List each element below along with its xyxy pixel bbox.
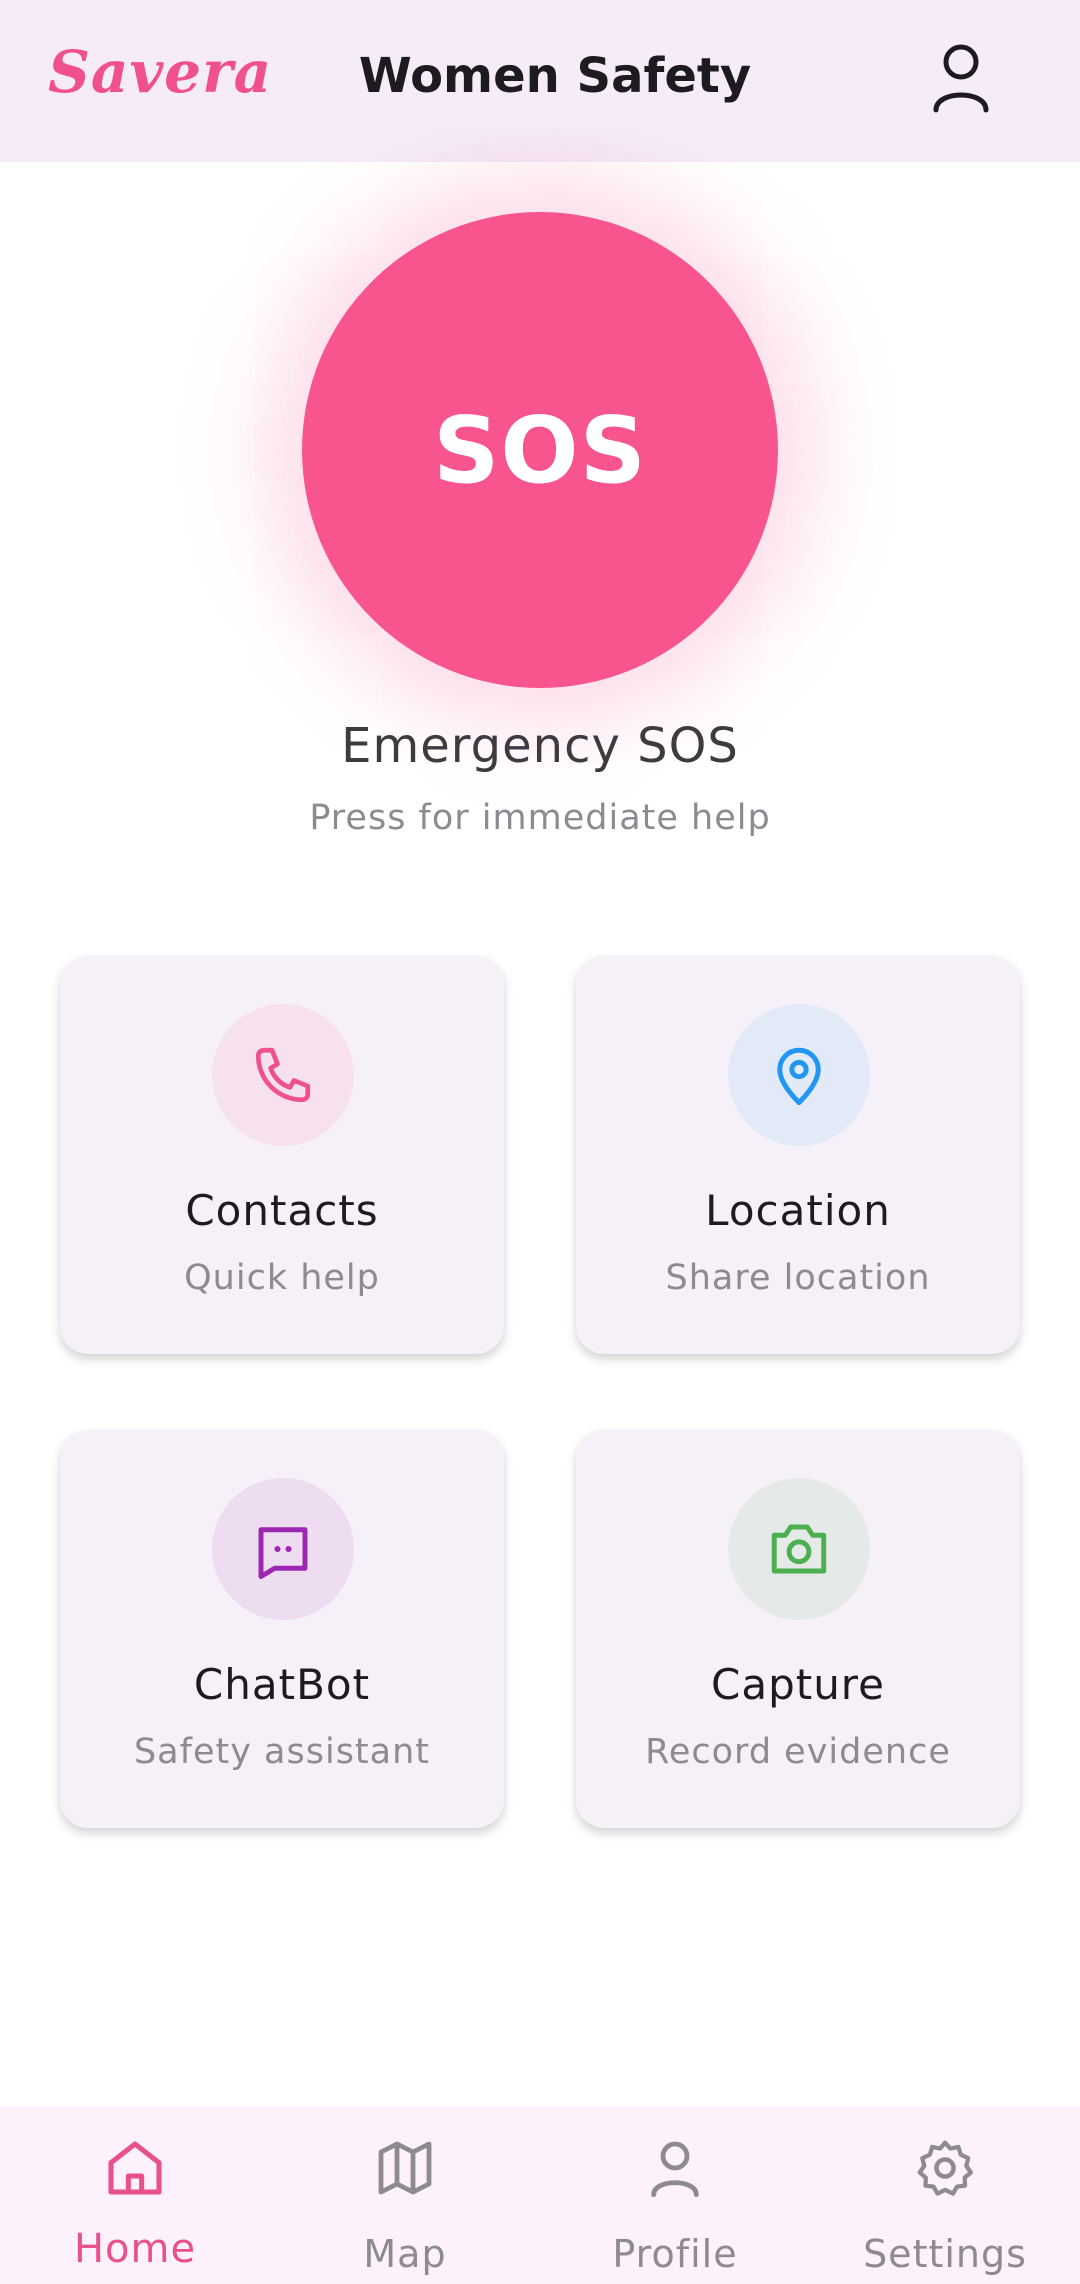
contacts-card[interactable]: Contacts Quick help (60, 956, 504, 1354)
location-card[interactable]: Location Share location (576, 956, 1020, 1354)
card-subtitle: Quick help (184, 1258, 380, 1298)
nav-label: Profile (612, 2232, 738, 2276)
nav-label: Map (363, 2232, 447, 2276)
app-bar: Savera Women Safety (0, 0, 1080, 162)
sos-button-label: SOS (433, 396, 647, 504)
card-title: ChatBot (193, 1660, 371, 1709)
contacts-icon-circle (212, 1004, 354, 1146)
user-icon (933, 44, 989, 113)
bottom-navigation: Home Map Profile Settings (0, 2106, 1080, 2284)
gear-icon (917, 2140, 973, 2196)
camera-icon (771, 1524, 827, 1574)
chatbot-card[interactable]: ChatBot Safety assistant (60, 1430, 504, 1828)
sos-button[interactable]: SOS (302, 212, 778, 688)
nav-item-settings[interactable]: Settings (810, 2106, 1080, 2284)
card-subtitle: Record evidence (645, 1732, 951, 1772)
person-icon (651, 2141, 699, 2198)
card-title: Contacts (185, 1186, 379, 1235)
card-title: Capture (711, 1660, 885, 1709)
capture-card[interactable]: Capture Record evidence (576, 1430, 1020, 1828)
nav-label: Home (73, 2226, 197, 2272)
nav-item-home[interactable]: Home (0, 2106, 270, 2284)
nav-label: Settings (863, 2232, 1027, 2276)
chatbot-icon-circle (212, 1478, 354, 1620)
page-title: Women Safety (358, 48, 752, 104)
phone-icon (255, 1047, 311, 1103)
nav-item-map[interactable]: Map (270, 2106, 540, 2284)
card-subtitle: Safety assistant (133, 1732, 431, 1772)
location-pin-icon (777, 1047, 821, 1105)
location-icon-circle (728, 1004, 870, 1146)
sos-subtitle: Press for immediate help (309, 798, 771, 838)
home-icon (108, 2141, 162, 2195)
capture-icon-circle (728, 1478, 870, 1620)
profile-button[interactable] (926, 38, 996, 118)
map-icon (378, 2141, 432, 2195)
nav-item-profile[interactable]: Profile (540, 2106, 810, 2284)
card-subtitle: Share location (665, 1258, 931, 1298)
card-title: Location (705, 1186, 891, 1235)
sos-title: Emergency SOS (341, 718, 739, 774)
chat-icon (258, 1527, 308, 1579)
